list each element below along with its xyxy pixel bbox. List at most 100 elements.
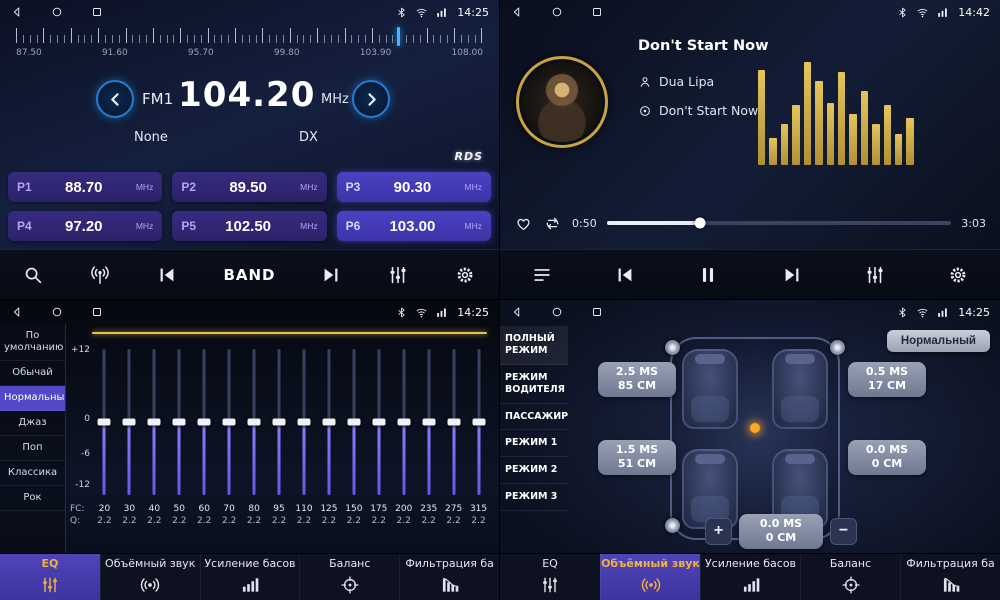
next-button[interactable]	[320, 264, 342, 286]
eq-band-slider[interactable]	[117, 347, 142, 497]
eq-band-slider[interactable]	[466, 347, 491, 497]
eq-slider-knob[interactable]	[273, 419, 286, 426]
tab-bass[interactable]: Усиление басов	[200, 554, 300, 600]
listening-position-dot[interactable]	[750, 423, 760, 433]
eq-band-slider[interactable]	[92, 347, 117, 497]
delay-decrease-button[interactable]: −	[830, 518, 857, 545]
mode-item[interactable]: РЕЖИМ 2	[500, 457, 568, 484]
eq-preset-item[interactable]: По умолчанию	[0, 324, 65, 361]
tune-down-button[interactable]	[96, 80, 134, 118]
eq-band-slider[interactable]	[267, 347, 292, 497]
nav-back-icon[interactable]	[510, 305, 524, 319]
mode-item[interactable]: ПОЛНЫЙ РЕЖИМ	[500, 326, 568, 365]
eq-band-slider[interactable]	[142, 347, 167, 497]
settings-button[interactable]	[947, 264, 969, 286]
tab-eq[interactable]: EQ	[0, 554, 100, 600]
band-button[interactable]: BAND	[223, 266, 275, 284]
eq-slider-knob[interactable]	[347, 419, 360, 426]
nav-recents-icon[interactable]	[90, 305, 104, 319]
eq-band-slider[interactable]	[416, 347, 441, 497]
eq-band-slider[interactable]	[341, 347, 366, 497]
eq-slider-knob[interactable]	[98, 419, 111, 426]
eq-slider-knob[interactable]	[198, 419, 211, 426]
favorite-button[interactable]	[514, 214, 533, 233]
frequency-ruler[interactable]: 87.5091.6095.7099.80103.90108.00	[16, 27, 483, 69]
tab-balance[interactable]: Баланс	[299, 554, 399, 600]
eq-band-slider[interactable]	[391, 347, 416, 497]
nav-back-icon[interactable]	[510, 5, 524, 19]
pause-button[interactable]	[697, 264, 719, 286]
eq-slider-knob[interactable]	[422, 419, 435, 426]
tab-surround[interactable]: Объёмный звук	[600, 554, 700, 600]
preset-p6[interactable]: P6103.00MHz	[337, 211, 491, 241]
preset-p4[interactable]: P497.20MHz	[8, 211, 162, 241]
search-button[interactable]	[22, 264, 44, 286]
prev-button[interactable]	[156, 264, 178, 286]
tab-filter[interactable]: Фильтрация ба	[399, 554, 499, 600]
nav-home-icon[interactable]	[550, 5, 564, 19]
settings-button[interactable]	[454, 264, 476, 286]
eq-preset-item[interactable]: Классика	[0, 461, 65, 486]
nav-back-icon[interactable]	[10, 305, 24, 319]
eq-preset-item[interactable]: Рок	[0, 486, 65, 511]
tab-bass[interactable]: Усиление басов	[700, 554, 800, 600]
seek-knob[interactable]	[694, 218, 705, 229]
preset-p3[interactable]: P390.30MHz	[337, 172, 491, 202]
broadcast-button[interactable]	[89, 264, 111, 286]
nav-home-icon[interactable]	[550, 305, 564, 319]
tab-surround[interactable]: Объёмный звук	[100, 554, 200, 600]
eq-slider-knob[interactable]	[148, 419, 161, 426]
eq-band-slider[interactable]	[292, 347, 317, 497]
eq-slider-knob[interactable]	[472, 419, 485, 426]
eq-button[interactable]	[864, 264, 886, 286]
mode-item[interactable]: РЕЖИМ ВОДИТЕЛЯ	[500, 365, 568, 404]
eq-slider-knob[interactable]	[223, 419, 236, 426]
eq-slider-knob[interactable]	[397, 419, 410, 426]
eq-preset-item[interactable]: Поп	[0, 436, 65, 461]
nav-recents-icon[interactable]	[590, 5, 604, 19]
sound-preset-button[interactable]: Нормальный	[887, 330, 990, 352]
eq-preset-item[interactable]: Обычай	[0, 361, 65, 386]
next-button[interactable]	[781, 264, 803, 286]
mode-item[interactable]: РЕЖИМ 1	[500, 430, 568, 457]
tab-filter[interactable]: Фильтрация ба	[900, 554, 1000, 600]
eq-slider-knob[interactable]	[372, 419, 385, 426]
eq-band-slider[interactable]	[217, 347, 242, 497]
tune-up-button[interactable]	[352, 80, 390, 118]
playlist-button[interactable]	[531, 264, 553, 286]
eq-slider-knob[interactable]	[173, 419, 186, 426]
preset-p2[interactable]: P289.50MHz	[172, 172, 326, 202]
nav-home-icon[interactable]	[50, 5, 64, 19]
eq-slider-knob[interactable]	[447, 419, 460, 426]
preset-p5[interactable]: P5102.50MHz	[172, 211, 326, 241]
eq-slider-knob[interactable]	[248, 419, 261, 426]
preset-p1[interactable]: P188.70MHz	[8, 172, 162, 202]
nav-back-icon[interactable]	[10, 5, 24, 19]
nav-home-icon[interactable]	[50, 305, 64, 319]
eq-band-slider[interactable]	[242, 347, 267, 497]
nav-recents-icon[interactable]	[590, 305, 604, 319]
eq-band-slider[interactable]	[441, 347, 466, 497]
eq-preset-item[interactable]: Нормальный	[0, 386, 65, 411]
eq-slider-knob[interactable]	[123, 419, 136, 426]
eq-band-slider[interactable]	[167, 347, 192, 497]
eq-button[interactable]	[387, 264, 409, 286]
eq-band-slider[interactable]	[366, 347, 391, 497]
eq-band-slider[interactable]	[192, 347, 217, 497]
seek-slider[interactable]	[607, 221, 952, 225]
eq-band-slider[interactable]	[316, 347, 341, 497]
delay-center[interactable]: 0.0 MS 0 CM	[739, 514, 823, 549]
prev-button[interactable]	[614, 264, 636, 286]
mode-item[interactable]: РЕЖИМ 3	[500, 484, 568, 511]
tab-eq[interactable]: EQ	[500, 554, 600, 600]
eq-slider-knob[interactable]	[297, 419, 310, 426]
delay-rear-left[interactable]: 1.5 MS 51 CM	[598, 440, 676, 475]
mode-item[interactable]: ПАССАЖИР	[500, 404, 568, 431]
delay-front-right[interactable]: 0.5 MS 17 CM	[848, 362, 926, 397]
eq-preset-item[interactable]: Джаз	[0, 411, 65, 436]
repeat-button[interactable]	[543, 214, 562, 233]
delay-rear-right[interactable]: 0.0 MS 0 CM	[848, 440, 926, 475]
delay-front-left[interactable]: 2.5 MS 85 CM	[598, 362, 676, 397]
eq-slider-knob[interactable]	[322, 419, 335, 426]
nav-recents-icon[interactable]	[90, 5, 104, 19]
